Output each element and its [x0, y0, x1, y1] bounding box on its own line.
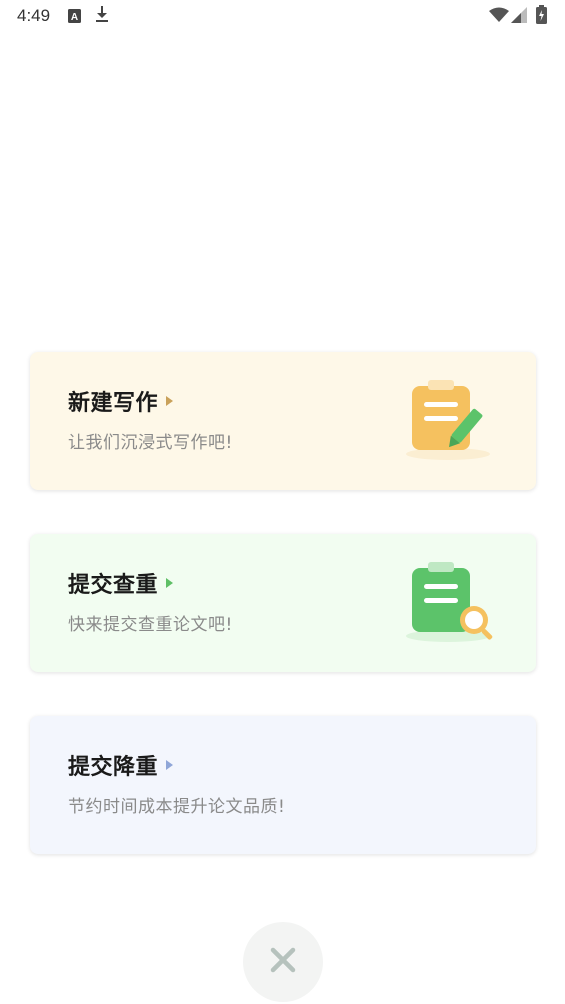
card-title-row: 提交降重 [68, 749, 174, 781]
status-time: 4:49 [17, 6, 51, 25]
close-icon [270, 947, 296, 977]
status-bar: 4:49 A [0, 0, 565, 32]
wifi-icon [489, 7, 509, 27]
arrow-right-icon [166, 760, 174, 770]
new-writing-subtitle: 让我们沉浸式写作吧! [68, 433, 233, 453]
screen: 4:49 A 新建写作 让我们沉浸式写作吧! 提交查重 快来提交查重论文吧! 提… [0, 0, 565, 1004]
clipboard-pencil-icon [406, 380, 496, 462]
clipboard-magnifier-icon [406, 562, 496, 644]
submit-reduce-duplication-card[interactable]: 提交降重 节约时间成本提升论文品质! [30, 716, 536, 854]
submit-reduce-title: 提交降重 [68, 755, 159, 780]
arrow-right-icon [166, 578, 174, 588]
submit-check-title: 提交查重 [68, 573, 159, 598]
card-title-row: 提交查重 [68, 567, 174, 599]
new-writing-title: 新建写作 [68, 391, 159, 416]
svg-text:A: A [71, 12, 78, 23]
submit-reduce-subtitle: 节约时间成本提升论文品质! [68, 797, 286, 817]
battery-icon [536, 5, 547, 28]
arrow-right-icon [166, 396, 174, 406]
submit-check-subtitle: 快来提交查重论文吧! [68, 615, 233, 635]
close-button[interactable] [243, 922, 323, 1002]
signal-icon [511, 7, 527, 27]
submit-plagiarism-check-card[interactable]: 提交查重 快来提交查重论文吧! [30, 534, 536, 672]
download-icon [95, 6, 109, 27]
new-writing-card[interactable]: 新建写作 让我们沉浸式写作吧! [30, 352, 536, 490]
font-notification-icon: A [68, 8, 81, 27]
card-title-row: 新建写作 [68, 385, 174, 417]
